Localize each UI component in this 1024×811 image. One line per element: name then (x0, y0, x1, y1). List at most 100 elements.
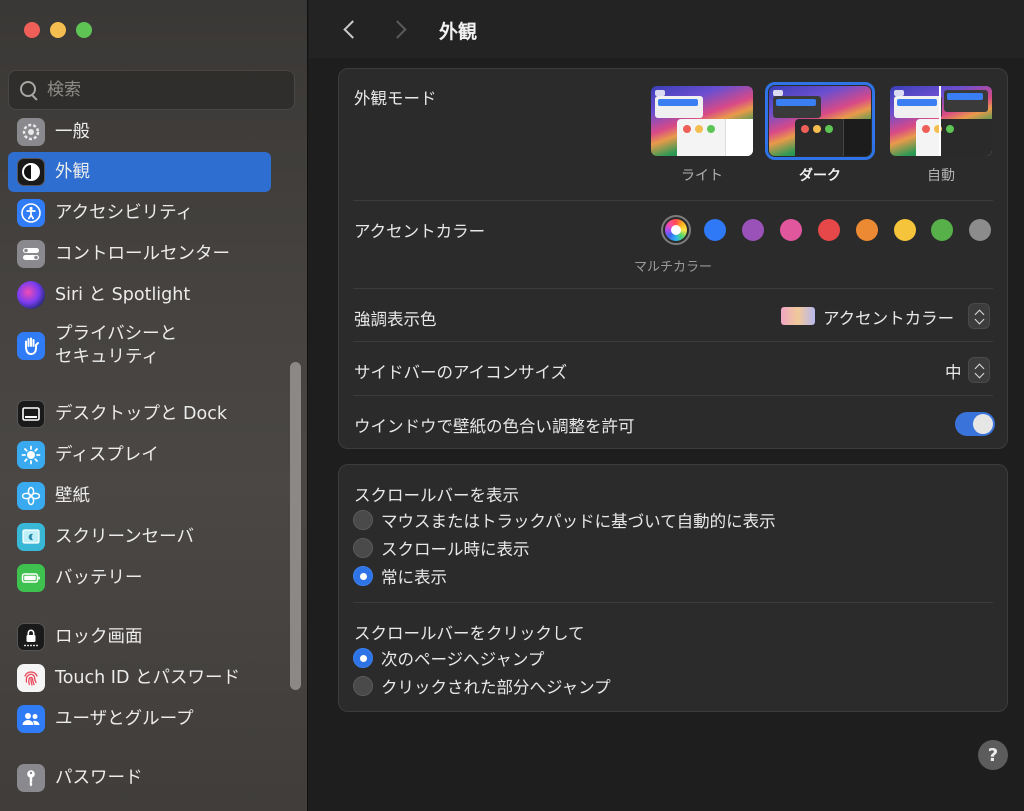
hand-icon (17, 332, 45, 360)
accessibility-icon (17, 199, 45, 227)
sidebar-icon-size-dropdown[interactable] (968, 357, 990, 383)
sidebar-item-label: コントロールセンター (55, 243, 230, 264)
sidebar-item-wallpaper[interactable]: 壁紙 (8, 476, 271, 516)
accent-red-swatch[interactable] (818, 219, 840, 241)
sidebar-item-accessibility[interactable]: アクセシビリティ (8, 193, 271, 233)
sidebar-item-label: 外観 (55, 161, 90, 182)
appearance-mode-label: 外観モード (354, 89, 437, 108)
sidebar-item-siri[interactable]: Siri と Spotlight (8, 275, 271, 315)
back-button[interactable] (339, 18, 362, 42)
desktop-dock-icon (17, 400, 45, 428)
divider (353, 341, 993, 342)
appearance-auto-option[interactable] (890, 86, 992, 156)
appearance-auto-label: 自動 (927, 168, 955, 184)
sidebar: 一般 外観 アクセシビリティ コントロールセンター Siri と Spotlig… (0, 0, 308, 811)
control-center-icon (17, 240, 45, 268)
sidebar-item-label: バッテリー (55, 567, 143, 588)
accent-pink-swatch[interactable] (780, 219, 802, 241)
siri-icon (17, 281, 45, 309)
wallpaper-tint-label: ウインドウで壁紙の色合い調整を許可 (354, 417, 635, 436)
sidebar-item-screensaver[interactable]: スクリーンセーバ (8, 517, 271, 557)
battery-icon (17, 564, 45, 592)
sidebar-scrollbar[interactable] (290, 362, 301, 690)
accent-purple-swatch[interactable] (742, 219, 764, 241)
chevron-left-icon (343, 20, 362, 39)
radio-when-scrolling[interactable]: スクロール時に表示 (353, 536, 530, 560)
sidebar-item-touch-id[interactable]: Touch ID とパスワード (8, 658, 271, 698)
flower-icon (17, 482, 45, 510)
highlight-color-label: 強調表示色 (354, 310, 437, 329)
appearance-light-option[interactable] (651, 86, 753, 156)
accent-caption: マルチカラー (634, 260, 713, 275)
appearance-light-label: ライト (681, 168, 723, 184)
highlight-color-value[interactable]: アクセントカラー (823, 305, 954, 329)
sidebar-item-lock-screen[interactable]: ロック画面 (8, 617, 271, 657)
radio-button[interactable] (353, 648, 373, 668)
sidebar-item-appearance[interactable]: 外観 (8, 152, 271, 192)
accent-multicolor-swatch[interactable] (665, 219, 687, 241)
sidebar-item-displays[interactable]: ディスプレイ (8, 435, 271, 475)
radio-button[interactable] (353, 676, 373, 696)
sidebar-item-users[interactable]: ユーザとグループ (8, 699, 271, 739)
accent-graphite-swatch[interactable] (969, 219, 991, 241)
sidebar-item-label: ディスプレイ (55, 444, 159, 465)
sidebar-item-label-line2: セキュリティ (55, 347, 159, 367)
appearance-dark-option[interactable] (769, 86, 871, 156)
show-scrollbars-label: スクロールバーを表示 (354, 486, 519, 505)
radio-always[interactable]: 常に表示 (353, 564, 447, 588)
fingerprint-icon (17, 664, 45, 692)
sidebar-item-privacy[interactable]: プライバシーと セキュリティ (8, 320, 271, 372)
sidebar-item-label: Touch ID とパスワード (55, 667, 240, 688)
users-icon (17, 705, 45, 733)
sidebar-item-passwords[interactable]: パスワード (8, 758, 271, 798)
appearance-dark-label: ダーク (799, 168, 841, 184)
sidebar-icon-size-label: サイドバーのアイコンサイズ (354, 363, 568, 382)
radio-label: スクロール時に表示 (381, 540, 530, 559)
divider (353, 200, 993, 201)
wallpaper-tint-toggle[interactable] (955, 412, 995, 436)
sidebar-item-label: パスワード (55, 767, 143, 788)
accent-color-label: アクセントカラー (354, 222, 486, 241)
highlight-color-dropdown[interactable] (968, 303, 990, 329)
accent-orange-swatch[interactable] (856, 219, 878, 241)
page-title: 外観 (439, 21, 478, 43)
search-box[interactable] (8, 70, 295, 110)
sidebar-item-label-line1: プライバシーと (55, 324, 178, 344)
sidebar-item-label: ロック画面 (55, 626, 143, 647)
sidebar-item-battery[interactable]: バッテリー (8, 558, 271, 598)
divider (353, 288, 993, 289)
sidebar-item-desktop-dock[interactable]: デスクトップと Dock (8, 394, 271, 434)
sidebar-item-label: デスクトップと Dock (55, 403, 228, 424)
sidebar-item-control-center[interactable]: コントロールセンター (8, 234, 271, 274)
window-controls (24, 22, 92, 38)
radio-label: 次のページへジャンプ (381, 650, 545, 669)
radio-jump-clicked-spot[interactable]: クリックされた部分へジャンプ (353, 674, 611, 698)
sidebar-item-general[interactable]: 一般 (8, 112, 271, 152)
close-window-button[interactable] (24, 22, 40, 38)
appearance-icon (17, 158, 45, 186)
divider (353, 602, 993, 603)
scrollbar-panel: スクロールバーを表示 マウスまたはトラックパッドに基づいて自動的に表示 スクロー… (338, 464, 1008, 712)
click-scrollbar-label: スクロールバーをクリックして (354, 624, 585, 643)
accent-yellow-swatch[interactable] (894, 219, 916, 241)
radio-jump-next-page[interactable]: 次のページへジャンプ (353, 646, 544, 670)
lock-icon (17, 623, 45, 651)
accent-blue-swatch[interactable] (704, 219, 726, 241)
sidebar-item-label: 壁紙 (55, 485, 90, 506)
sidebar-icon-size-value[interactable]: 中 (945, 359, 962, 383)
forward-button[interactable] (388, 18, 411, 42)
toolbar: 外観 (309, 0, 1024, 58)
radio-button[interactable] (353, 510, 373, 530)
help-button[interactable]: ? (978, 740, 1008, 770)
zoom-window-button[interactable] (76, 22, 92, 38)
search-input[interactable] (47, 80, 277, 100)
divider (353, 395, 993, 396)
minimize-window-button[interactable] (50, 22, 66, 38)
radio-auto-show[interactable]: マウスまたはトラックパッドに基づいて自動的に表示 (353, 508, 776, 532)
appearance-panel: 外観モード ライト ダーク 自動 アクセントカラー マルチカラー 強調表示色 ア… (338, 68, 1008, 449)
chevron-right-icon (388, 20, 407, 39)
sidebar-item-label: Siri と Spotlight (55, 284, 191, 305)
radio-button[interactable] (353, 538, 373, 558)
radio-button[interactable] (353, 566, 373, 586)
accent-green-swatch[interactable] (931, 219, 953, 241)
